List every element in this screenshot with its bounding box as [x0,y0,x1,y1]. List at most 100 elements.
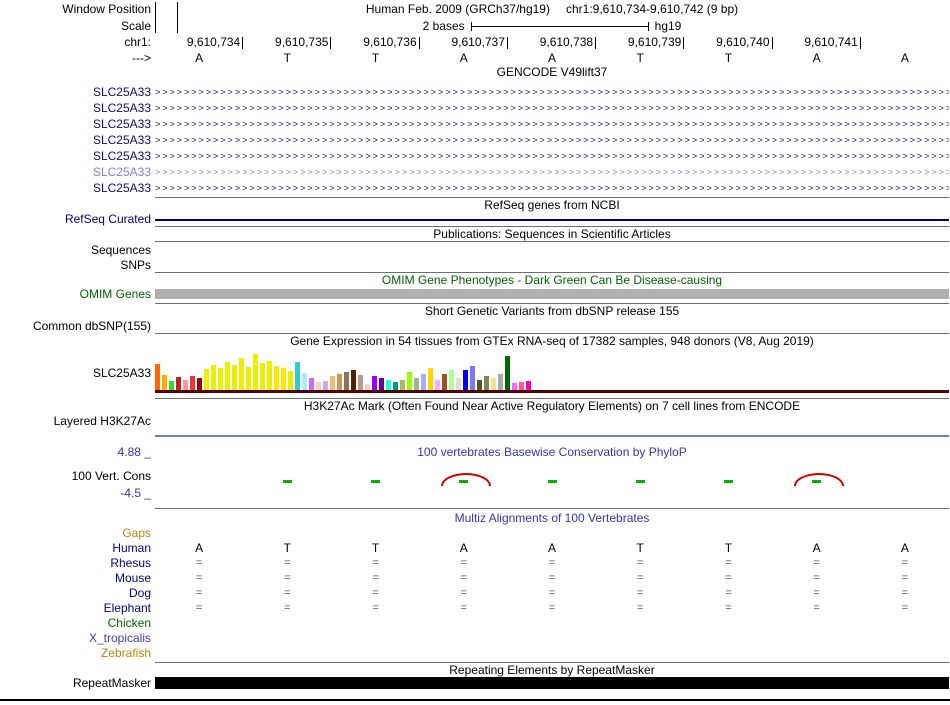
transcript-intron-arrows[interactable]: >>>>>>>>>>>>>>>>>>>>>>>>>>>>>>>>>>>>>>>>… [155,100,949,116]
multiz-species-row[interactable]: Dog = = = = = = = = = [0,586,950,601]
gencode-transcript-label[interactable]: SLC25A33 [0,132,151,148]
gencode-transcript-row[interactable]: SLC25A33 >>>>>>>>>>>>>>>>>>>>>>>>>>>>>>>>… [0,164,950,180]
gtex-expression-bar[interactable] [414,378,419,390]
gtex-expression-bar[interactable] [372,376,377,390]
omim-row[interactable]: OMIM Genes [0,288,950,301]
multiz-species-label[interactable]: Mouse [0,571,151,586]
refseq-curated-label[interactable]: RefSeq Curated [0,212,151,226]
gencode-transcript-row[interactable]: SLC25A33 >>>>>>>>>>>>>>>>>>>>>>>>>>>>>>>>… [0,132,950,148]
gtex-expression-bar[interactable] [449,370,454,390]
multiz-species-row[interactable]: Elephant = = = = = = = = = [0,601,950,616]
multiz-species-label[interactable]: Gaps [0,526,151,541]
gtex-expression-bar[interactable] [246,367,251,390]
snps-label[interactable]: SNPs [0,258,151,272]
gtex-expression-bar[interactable] [526,381,531,390]
multiz-species-row[interactable]: Rhesus = = = = = = = = = [0,556,950,571]
gtex-expression-bar[interactable] [316,382,321,390]
multiz-species-label[interactable]: Human [0,541,151,556]
multiz-species-row[interactable]: Zebrafish [0,646,950,661]
h3k27ac-label[interactable]: Layered H3K27Ac [0,414,151,428]
gtex-expression-bar[interactable] [477,380,482,390]
gtex-expression-bar[interactable] [239,358,244,390]
transcript-intron-arrows[interactable]: >>>>>>>>>>>>>>>>>>>>>>>>>>>>>>>>>>>>>>>>… [155,132,949,148]
gtex-expression-bar[interactable] [225,362,230,390]
sequences-row[interactable]: Sequences [0,243,950,257]
multiz-species-label[interactable]: Chicken [0,616,151,631]
gtex-expression-bar[interactable] [155,364,160,390]
h3k27ac-row[interactable]: Layered H3K27Ac [0,414,950,428]
gencode-transcript-label[interactable]: SLC25A33 [0,84,151,100]
refseq-curated-row[interactable]: RefSeq Curated [0,212,950,226]
gtex-expression-bar[interactable] [281,368,286,390]
gtex-expression-bar[interactable] [295,362,300,390]
gtex-expression-bar[interactable] [253,354,258,390]
gtex-expression-bar[interactable] [323,381,328,390]
repeatmasker-label[interactable]: RepeatMasker [0,677,151,690]
common-dbsnp-row[interactable]: Common dbSNP(155) [0,319,950,333]
transcript-intron-arrows[interactable]: >>>>>>>>>>>>>>>>>>>>>>>>>>>>>>>>>>>>>>>>… [155,84,949,100]
gtex-expression-bar[interactable] [274,366,279,390]
gtex-expression-bar[interactable] [344,372,349,390]
gencode-transcript-label[interactable]: SLC25A33 [0,164,151,180]
multiz-species-label[interactable]: Rhesus [0,556,151,571]
gtex-expression-bar[interactable] [204,369,209,390]
gtex-expression-bar[interactable] [442,374,447,390]
gtex-track[interactable]: SLC25A33 [0,352,950,393]
gtex-expression-bar[interactable] [169,381,174,390]
gtex-expression-bar[interactable] [393,382,398,390]
multiz-species-label[interactable]: Dog [0,586,151,601]
gencode-transcript-row[interactable]: SLC25A33 >>>>>>>>>>>>>>>>>>>>>>>>>>>>>>>>… [0,148,950,164]
gtex-expression-bar[interactable] [358,375,363,390]
gencode-transcript-row[interactable]: SLC25A33 >>>>>>>>>>>>>>>>>>>>>>>>>>>>>>>>… [0,116,950,132]
gtex-bars[interactable] [155,352,531,390]
gtex-expression-bar[interactable] [309,378,314,390]
gtex-expression-bar[interactable] [176,377,181,390]
gtex-expression-bar[interactable] [288,371,293,390]
cons-area[interactable] [155,460,949,505]
gtex-expression-bar[interactable] [302,373,307,390]
gtex-expression-bar[interactable] [183,380,188,390]
gtex-expression-bar[interactable] [386,380,391,390]
snps-row[interactable]: SNPs [0,258,950,272]
gtex-expression-bar[interactable] [379,378,384,390]
transcript-intron-arrows[interactable]: >>>>>>>>>>>>>>>>>>>>>>>>>>>>>>>>>>>>>>>>… [155,164,949,180]
gtex-expression-bar[interactable] [267,361,272,390]
gencode-transcript-label[interactable]: SLC25A33 [0,116,151,132]
multiz-species-row[interactable]: X_tropicalis [0,631,950,646]
omim-gene-bar[interactable] [155,289,949,299]
gtex-expression-bar[interactable] [162,375,167,390]
refseq-curated-track[interactable] [155,219,949,221]
transcript-intron-arrows[interactable]: >>>>>>>>>>>>>>>>>>>>>>>>>>>>>>>>>>>>>>>>… [155,180,949,196]
gtex-expression-bar[interactable] [470,366,475,390]
gtex-expression-bar[interactable] [260,363,265,390]
gencode-transcript-row[interactable]: SLC25A33 >>>>>>>>>>>>>>>>>>>>>>>>>>>>>>>>… [0,100,950,116]
gtex-expression-bar[interactable] [218,368,223,390]
gencode-transcript-row[interactable]: SLC25A33 >>>>>>>>>>>>>>>>>>>>>>>>>>>>>>>>… [0,84,950,100]
gtex-expression-bar[interactable] [421,374,426,390]
multiz-species-row[interactable]: Human A T T A A T T A A [0,541,950,556]
gtex-expression-bar[interactable] [197,378,202,390]
multiz-species-label[interactable]: Elephant [0,601,151,616]
common-dbsnp-label[interactable]: Common dbSNP(155) [0,319,151,333]
gtex-expression-bar[interactable] [463,370,468,390]
gtex-expression-bar[interactable] [337,374,342,390]
gtex-expression-bar[interactable] [330,376,335,390]
gtex-expression-bar[interactable] [456,378,461,390]
omim-genes-label[interactable]: OMIM Genes [0,288,151,301]
multiz-species-label[interactable]: X_tropicalis [0,631,151,646]
gtex-expression-bar[interactable] [498,374,503,390]
gtex-gene-label[interactable]: SLC25A33 [0,366,151,381]
gtex-expression-bar[interactable] [505,356,510,390]
multiz-species-row[interactable]: Chicken [0,616,950,631]
gencode-transcript-label[interactable]: SLC25A33 [0,148,151,164]
repeatmasker-row[interactable]: RepeatMasker [0,677,950,690]
gtex-expression-bar[interactable] [428,368,433,390]
gtex-expression-bar[interactable] [190,376,195,390]
gtex-expression-bar[interactable] [435,380,440,390]
repeatmasker-track[interactable] [155,677,949,689]
transcript-intron-arrows[interactable]: >>>>>>>>>>>>>>>>>>>>>>>>>>>>>>>>>>>>>>>>… [155,116,949,132]
multiz-species-row[interactable]: Mouse = = = = = = = = = [0,571,950,586]
multiz-species-row[interactable]: Gaps [0,526,950,541]
gtex-expression-bar[interactable] [484,376,489,390]
gtex-expression-bar[interactable] [211,365,216,390]
